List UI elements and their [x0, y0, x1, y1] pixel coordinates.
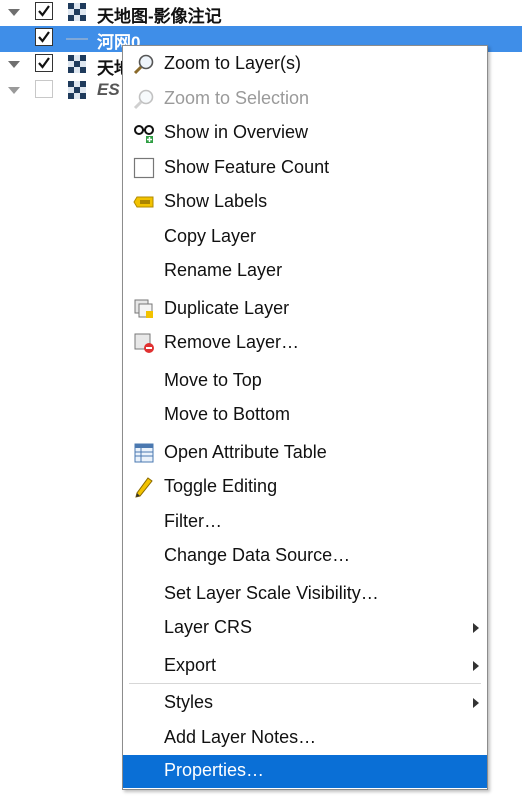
menu-item-zoom-to-selection[interactable]: Zoom to Selection — [123, 83, 487, 115]
remove-layer-icon — [134, 333, 154, 353]
layer-visibility-checkbox[interactable] — [35, 80, 53, 98]
menu-item-open-attribute-table[interactable]: Open Attribute Table — [123, 437, 487, 469]
submenu-arrow-icon — [473, 661, 479, 671]
menu-item-show-labels[interactable]: Show Labels — [123, 186, 487, 218]
layer-visibility-checkbox[interactable] — [35, 54, 53, 72]
feature-count-checkbox-icon — [133, 157, 155, 179]
menu-item-styles[interactable]: Styles — [123, 687, 487, 719]
menu-item-layer-crs[interactable]: Layer CRS — [123, 612, 487, 644]
overview-glasses-icon — [134, 125, 154, 143]
layer-row[interactable]: 天地图-影像注记 — [0, 0, 522, 26]
raster-layer-icon — [68, 55, 86, 73]
layer-visibility-checkbox[interactable] — [35, 28, 53, 46]
menu-item-copy-layer[interactable]: Copy Layer — [123, 221, 487, 253]
menu-item-move-to-bottom[interactable]: Move to Bottom — [123, 399, 487, 431]
submenu-arrow-icon — [473, 623, 479, 633]
menu-item-show-in-overview[interactable]: Show in Overview — [123, 117, 487, 149]
menu-item-toggle-editing[interactable]: Toggle Editing — [123, 471, 487, 503]
menu-item-rename-layer[interactable]: Rename Layer — [123, 255, 487, 287]
raster-layer-icon — [68, 3, 86, 21]
menu-item-show-feature-count[interactable]: Show Feature Count — [123, 152, 487, 184]
attribute-table-icon — [134, 443, 154, 463]
menu-item-filter[interactable]: Filter… — [123, 506, 487, 538]
menu-item-remove-layer[interactable]: Remove Layer… — [123, 327, 487, 359]
duplicate-layer-icon — [134, 299, 153, 318]
zoom-selection-icon — [133, 89, 154, 110]
menu-item-zoom-to-layer[interactable]: Zoom to Layer(s) — [123, 48, 487, 80]
layer-name[interactable]: 天地图-影像注记 — [97, 2, 222, 27]
expand-arrow-icon[interactable] — [8, 87, 20, 94]
labels-abc-icon — [133, 196, 154, 208]
menu-item-duplicate-layer[interactable]: Duplicate Layer — [123, 293, 487, 325]
zoom-layer-icon — [133, 54, 154, 75]
layer-visibility-checkbox[interactable] — [35, 2, 53, 20]
menu-item-move-to-top[interactable]: Move to Top — [123, 365, 487, 397]
layer-name[interactable]: ES — [97, 80, 120, 100]
menu-item-properties[interactable]: Properties… — [123, 755, 487, 788]
submenu-arrow-icon — [473, 698, 479, 708]
expand-arrow-icon[interactable] — [8, 9, 20, 16]
menu-item-set-scale-visibility[interactable]: Set Layer Scale Visibility… — [123, 578, 487, 610]
menu-item-change-data-source[interactable]: Change Data Source… — [123, 540, 487, 572]
menu-item-export[interactable]: Export — [123, 650, 487, 682]
menu-separator — [129, 683, 481, 684]
layer-context-menu: Zoom to Layer(s) Zoom to Selection Show … — [122, 45, 488, 790]
raster-layer-icon — [68, 81, 86, 99]
line-layer-icon — [66, 38, 88, 40]
pencil-icon — [135, 477, 153, 498]
expand-arrow-icon[interactable] — [8, 61, 20, 68]
menu-item-add-layer-notes[interactable]: Add Layer Notes… — [123, 722, 487, 754]
